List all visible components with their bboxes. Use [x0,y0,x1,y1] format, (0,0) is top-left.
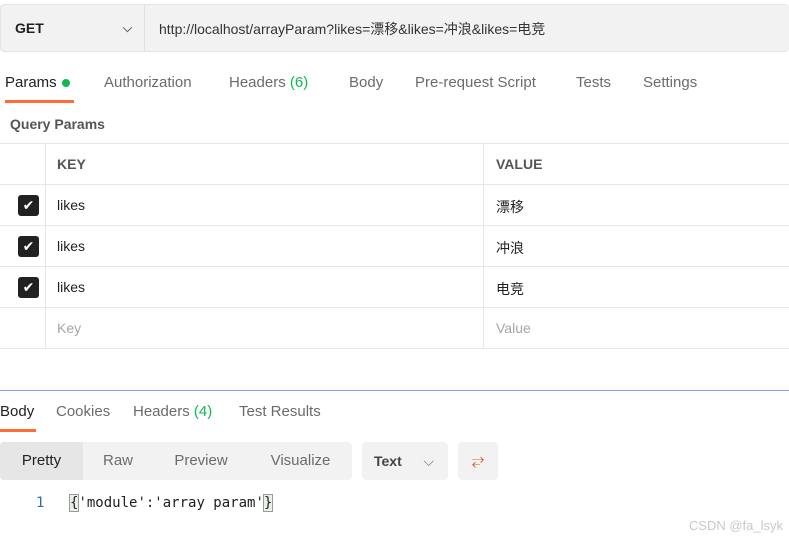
checkbox[interactable]: ✔ [18,277,39,298]
active-tab-indicator [5,100,74,103]
tab-headers[interactable]: Headers (6) [229,74,308,91]
response-tab-cookies[interactable]: Cookies [56,403,110,420]
tab-tests[interactable]: Tests [576,74,611,91]
tab-authorization[interactable]: Authorization [104,74,192,91]
value-cell[interactable]: 电竞 [484,267,789,307]
checkbox[interactable]: ✔ [18,195,39,216]
tab-body[interactable]: Body [349,74,383,91]
params-table: KEY VALUE ✔ likes 漂移 ✔ likes 冲浪 ✔ likes 电竞 Key V… [0,143,789,349]
table-row-new: Key Value [0,308,789,349]
pane-divider[interactable] [0,390,789,391]
watermark: CSDN @fa_lsyk [688,518,783,533]
status-dot-icon [61,79,70,88]
url-bar: GET ⌵ http://localhost/arrayParam?likes=漂… [0,4,789,52]
key-cell[interactable]: likes [46,185,484,225]
response-code: 1 {'module':'array param'} [36,494,274,512]
query-params-title: Query Params [10,116,105,132]
value-cell[interactable]: 漂移 [484,185,789,225]
value-cell[interactable]: 冲浪 [484,226,789,266]
url-input[interactable]: http://localhost/arrayParam?likes=漂移&lik… [159,19,545,39]
table-header: KEY VALUE [0,144,789,185]
format-select[interactable]: Text ⌵ [362,442,448,480]
table-row: ✔ likes 电竞 [0,267,789,308]
view-raw[interactable]: Raw [83,442,153,480]
tab-params[interactable]: Params [5,74,70,91]
response-tab-test-results[interactable]: Test Results [239,403,321,420]
tab-pre-request-script[interactable]: Pre-request Script [415,74,536,91]
chevron-down-icon: ⌵ [122,20,132,35]
view-preview[interactable]: Preview [153,442,249,480]
key-cell[interactable]: likes [46,226,484,266]
view-visualize[interactable]: Visualize [249,442,352,480]
wrap-lines-icon[interactable]: ⥂ [458,442,498,480]
view-mode-group: Pretty Raw Preview Visualize [0,442,352,480]
line-number: 1 [36,495,45,511]
table-row: ✔ likes 漂移 [0,185,789,226]
response-tab-headers[interactable]: Headers (4) [133,403,212,420]
method-select[interactable]: GET ⌵ [1,5,145,51]
active-tab-indicator [0,429,36,432]
key-input[interactable]: Key [46,308,484,348]
key-cell[interactable]: likes [46,267,484,307]
table-row: ✔ likes 冲浪 [0,226,789,267]
value-input[interactable]: Value [484,308,789,348]
chevron-down-icon: ⌵ [423,453,434,469]
tab-settings[interactable]: Settings [643,74,697,91]
response-tab-body[interactable]: Body [0,403,34,420]
view-pretty[interactable]: Pretty [0,442,83,480]
checkbox[interactable]: ✔ [18,236,39,257]
